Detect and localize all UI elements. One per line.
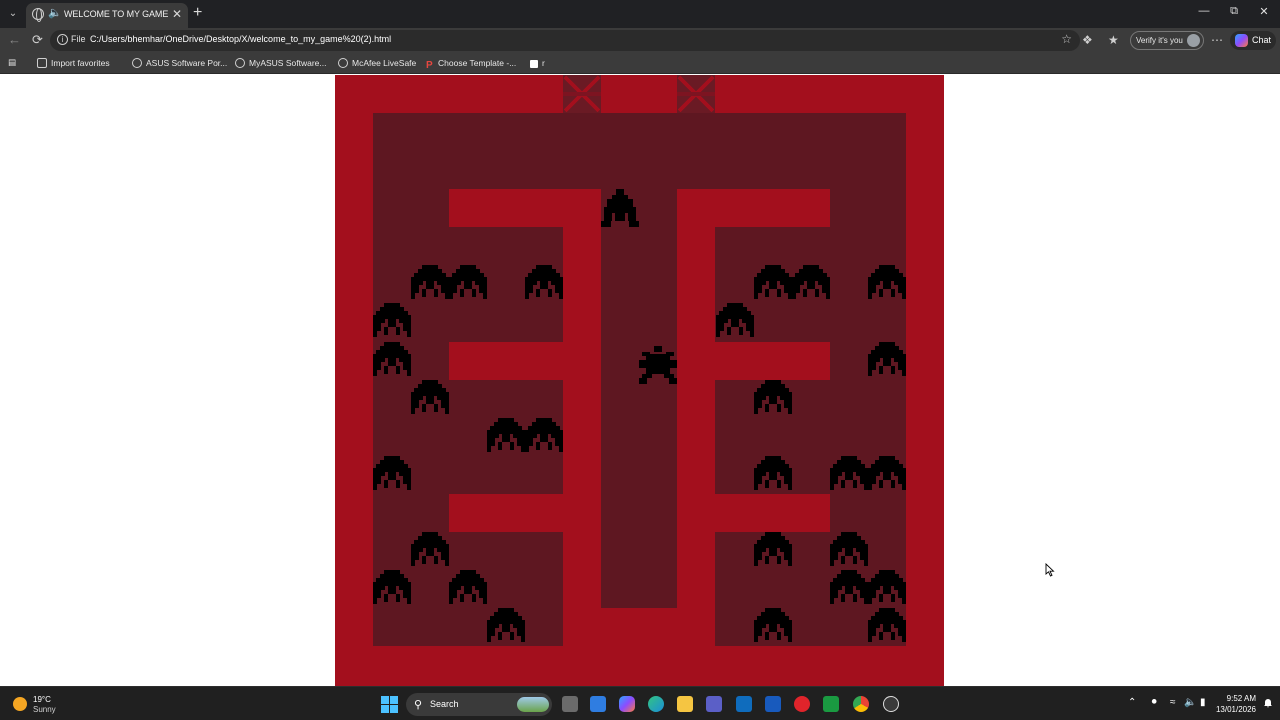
globe-icon (132, 58, 142, 68)
game-canvas[interactable] (335, 75, 944, 686)
chrome-icon[interactable] (853, 696, 869, 712)
task-view-icon[interactable] (562, 696, 578, 712)
chatgpt-icon[interactable] (883, 696, 899, 712)
minimize-icon[interactable]: — (1194, 5, 1214, 17)
fav-asus-software-portal[interactable]: ASUS Software Por... (132, 58, 227, 68)
verify-label: Verify it's you (1136, 36, 1183, 45)
edge-icon[interactable] (648, 696, 664, 712)
bottom-connector-wall (563, 608, 715, 646)
tab-strip: ⌄ 🔈 WELCOME TO MY GAME ✕ + — ⧉ ✕ (0, 0, 1280, 28)
excel-icon[interactable] (823, 696, 839, 712)
favorites-bar: ▤ Import favorites ASUS Software Por... … (0, 53, 1280, 74)
search-icon: ⚲ (414, 699, 423, 711)
taskbar-clock[interactable]: 9:52 AM 13/01/2026 (1216, 693, 1256, 715)
search-label: Search (430, 699, 459, 709)
clock-date: 13/01/2026 (1215, 705, 1256, 714)
notification-bell-icon[interactable] (1263, 698, 1273, 708)
p-icon: P (426, 60, 433, 71)
fav-import-favorites[interactable]: Import favorites (37, 58, 110, 68)
address-url[interactable]: C:/Users/bhemhar/OneDrive/Desktop/X/welc… (90, 34, 391, 44)
file-explorer-icon[interactable] (677, 696, 693, 712)
page-viewport (3, 75, 1277, 686)
tab-welcome-to-my-game[interactable]: 🔈 WELCOME TO MY GAME ✕ (26, 3, 188, 28)
verify-profile-button[interactable]: Verify it's you (1130, 31, 1204, 50)
extensions-icon[interactable]: ❖ (1082, 33, 1093, 47)
copilot-icon (1235, 34, 1248, 47)
fav-mcafee-livesafe[interactable]: McAfee LiveSafe (338, 58, 416, 68)
taskbar-search-box[interactable]: ⚲ Search (406, 693, 552, 716)
weather-widget[interactable]: 19°C Sunny (13, 694, 93, 716)
speaker-icon[interactable]: 🔈 (48, 6, 62, 19)
fav-myasus-software[interactable]: MyASUS Software... (235, 58, 326, 68)
top-gate-right (675, 75, 717, 115)
close-window-icon[interactable]: ✕ (1254, 5, 1274, 18)
refresh-icon[interactable]: ⟳ (32, 32, 43, 48)
close-tab-icon[interactable]: ✕ (172, 7, 182, 21)
microphone-icon[interactable]: ⚫ (1150, 697, 1158, 708)
info-icon[interactable]: i (57, 34, 68, 45)
browser-toolbar: ← ⟳ i File C:/Users/bhemhar/OneDrive/Des… (0, 28, 1280, 53)
back-arrow-icon[interactable]: ← (8, 32, 21, 47)
globe-icon (32, 8, 44, 22)
favorites-icon[interactable]: ★ (1108, 33, 1119, 47)
windows-taskbar: 19°C Sunny ⚲ Search ⌃ ⚫ ≈ 🔈 ▮ 9:52 AM 13… (0, 686, 1280, 720)
opera-icon[interactable] (794, 696, 810, 712)
fav-choose-template[interactable]: P Choose Template -... (426, 58, 516, 71)
fav-r[interactable]: r (530, 58, 545, 68)
import-icon (37, 58, 47, 68)
chevron-up-icon[interactable]: ⌃ (1128, 697, 1136, 708)
word-icon[interactable] (765, 696, 781, 712)
battery-icon[interactable]: ▮ (1200, 697, 1206, 708)
tab-actions-chevron-icon[interactable]: ⌄ (4, 5, 22, 23)
copilot-chat-button[interactable]: Chat (1230, 31, 1276, 50)
start-windows-icon[interactable] (381, 696, 398, 713)
address-scheme: File (71, 34, 86, 44)
address-bar[interactable]: i File C:/Users/bhemhar/OneDrive/Desktop… (50, 30, 1080, 51)
outlook-icon[interactable] (590, 696, 606, 712)
tab-title: WELCOME TO MY GAME (64, 9, 169, 19)
restore-icon[interactable]: ⧉ (1224, 5, 1244, 18)
globe-icon (235, 58, 245, 68)
search-highlight-image (517, 697, 549, 712)
mouse-cursor-icon (1045, 563, 1055, 577)
weather-temp: 19°C (33, 695, 51, 704)
favorites-bar-toggle-icon[interactable]: ▤ (8, 57, 16, 68)
avatar-icon (1187, 34, 1200, 47)
chat-label: Chat (1252, 35, 1272, 45)
volume-icon[interactable]: 🔈 (1184, 697, 1196, 708)
globe-icon (338, 58, 348, 68)
clock-time: 9:52 AM (1226, 694, 1256, 703)
square-icon (530, 60, 538, 68)
wifi-icon[interactable]: ≈ (1170, 697, 1176, 708)
central-corridor (601, 189, 677, 608)
teams-icon[interactable] (706, 696, 722, 712)
new-tab-plus-icon[interactable]: + (193, 4, 202, 22)
zoom-icon[interactable] (736, 696, 752, 712)
more-options-icon[interactable]: ⋯ (1211, 33, 1223, 47)
copilot-app-icon[interactable] (619, 696, 635, 712)
sun-icon (13, 697, 27, 711)
system-tray: ⌃ ⚫ ≈ 🔈 ▮ 9:52 AM 13/01/2026 (1120, 687, 1280, 720)
weather-condition: Sunny (33, 705, 56, 714)
favorite-star-icon[interactable]: ☆ (1061, 32, 1072, 46)
top-gate-left (561, 75, 603, 115)
